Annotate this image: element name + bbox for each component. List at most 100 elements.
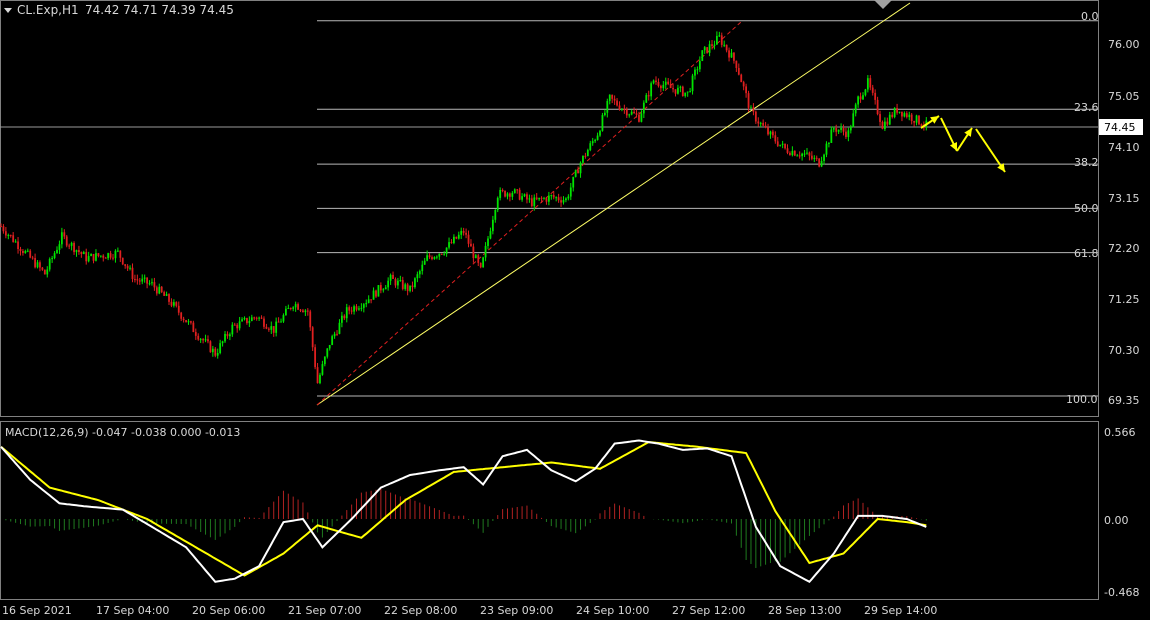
candle-body (638, 114, 640, 122)
candle-body (204, 339, 207, 341)
price-tick-75.05: 75.05 (1108, 90, 1140, 103)
candle-body (435, 256, 438, 258)
candle-body (823, 154, 825, 161)
candle-body (292, 307, 295, 309)
candle-body (136, 279, 139, 281)
candle-body (270, 326, 273, 330)
trend-line[interactable] (316, 2, 911, 406)
candle-body (394, 278, 397, 286)
candle-body (832, 128, 835, 130)
candle-body (243, 317, 246, 320)
candle-body (389, 274, 392, 281)
candle-body (375, 290, 377, 297)
candle-body (893, 108, 896, 117)
symbol-label: CL.Exp,H1 (17, 3, 79, 17)
candle-body (406, 284, 409, 291)
candle-body (854, 104, 857, 114)
candle-body (60, 232, 63, 245)
candle-body (465, 232, 467, 235)
candle-body (664, 81, 667, 85)
candle-body (177, 305, 180, 313)
candle-body (233, 324, 236, 326)
candle-body (328, 344, 331, 349)
candle-body (769, 131, 772, 135)
candle-body (411, 285, 414, 288)
candle-body (621, 109, 623, 111)
candle-body (667, 81, 670, 85)
candle-body (526, 194, 528, 200)
candle-body (767, 127, 769, 135)
candle-body (287, 308, 290, 310)
trend-line-group[interactable] (316, 2, 911, 406)
fib-retracement[interactable] (0, 20, 1098, 397)
candle-body (711, 44, 713, 46)
candle-body (547, 195, 550, 202)
candle-body (343, 315, 346, 319)
chart[interactable]: CL.Exp,H1 74.42 74.71 74.39 74.45 76.00 … (0, 0, 1150, 620)
candle-body (874, 92, 877, 100)
candle-body (825, 143, 828, 155)
candle-body (625, 109, 628, 116)
candle-body (353, 306, 355, 312)
time-label-0: 16 Sep 2021 (2, 604, 72, 617)
candle-body (228, 334, 231, 337)
candle-body (180, 312, 183, 319)
candle-body (462, 231, 465, 233)
candle-body (779, 144, 782, 146)
candle-body (866, 78, 869, 90)
candle-body (677, 87, 679, 94)
candle-body (370, 299, 373, 301)
candle-body (635, 113, 638, 115)
candle-body (280, 321, 282, 323)
candle-body (68, 245, 71, 247)
candle-body (696, 69, 699, 71)
candle-body (608, 94, 611, 101)
candle-body (333, 333, 336, 337)
candle-body (859, 96, 862, 100)
candle-body (830, 129, 833, 143)
candle-body (905, 113, 908, 118)
candle-body (723, 44, 726, 46)
macd-indicator (0, 439, 927, 584)
candle-body (720, 35, 723, 45)
candle-body (421, 264, 424, 272)
candle-body (326, 348, 329, 357)
candle-body (815, 157, 818, 159)
candle-body (818, 158, 821, 167)
candle-body (752, 107, 755, 112)
candle-body (747, 93, 750, 108)
fib-anchor-line[interactable] (316, 21, 742, 406)
dropdown-icon[interactable] (4, 8, 12, 13)
candle-body (362, 304, 365, 308)
candle-body (552, 195, 555, 198)
candle-body (650, 83, 653, 97)
candle-body (506, 193, 509, 197)
candle-body (810, 155, 813, 159)
time-label-9: 29 Sep 14:00 (864, 604, 937, 617)
scroll-marker-icon[interactable] (874, 0, 892, 9)
candle-body (896, 108, 898, 113)
candle-body (211, 348, 214, 353)
candle-body (294, 304, 297, 308)
candle-body (172, 302, 175, 306)
fib-label-61.8: 61.8 (1074, 247, 1099, 260)
candle-body (129, 267, 131, 269)
candle-body (857, 96, 860, 105)
candle-body (336, 333, 338, 335)
macd-label: MACD(12,26,9) -0.047 -0.038 0.000 -0.013 (5, 426, 240, 439)
candle-body (596, 135, 599, 140)
candle-body (275, 321, 278, 333)
candle-body (591, 141, 594, 144)
price-tick-70.30: 70.30 (1108, 344, 1140, 357)
candle-body (323, 356, 326, 365)
time-label-8: 28 Sep 13:00 (768, 604, 841, 617)
candle-body (754, 111, 757, 122)
candle-body (801, 153, 804, 157)
candle-body (523, 194, 526, 197)
candle-body (903, 113, 906, 117)
candle-body (255, 317, 258, 319)
candle-body (657, 82, 660, 86)
candle-body (706, 47, 709, 53)
candle-body (484, 245, 487, 258)
candle-body (231, 324, 234, 335)
